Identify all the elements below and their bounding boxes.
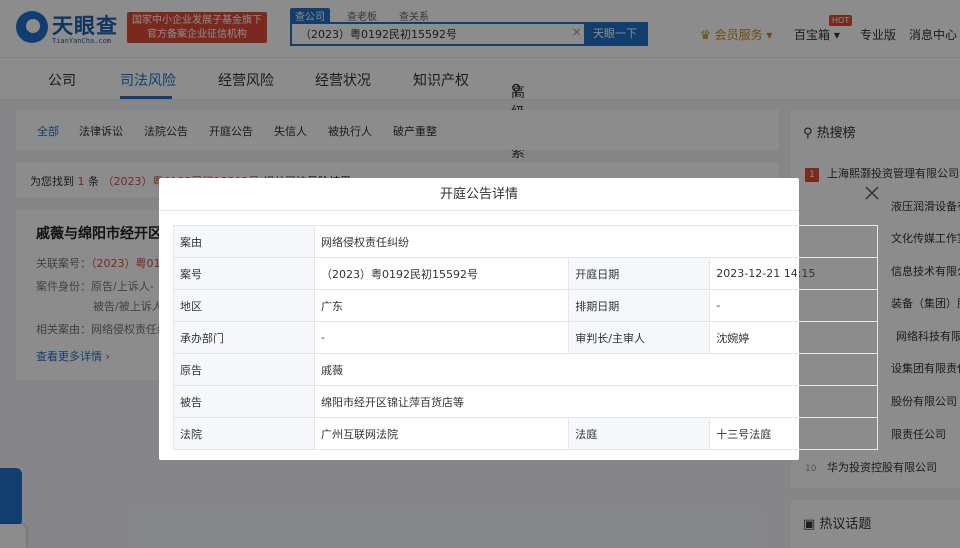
field-label: 开庭日期 <box>568 257 711 290</box>
close-icon[interactable] <box>865 186 879 200</box>
table-row: 地区 广东 排期日期 - <box>173 289 878 322</box>
table-row: 案号 （2023）粤0192民初15592号 开庭日期 2023-12-21 14:1… <box>173 257 878 290</box>
field-label: 法院 <box>173 417 315 450</box>
table-row: 承办部门 - 审判长/主审人 沈婉婷 <box>173 321 878 354</box>
field-value: 网络侵权责任纠纷 <box>314 225 878 258</box>
field-value: - <box>709 289 878 322</box>
field-value: 沈婉婷 <box>709 321 878 354</box>
field-label: 原告 <box>173 353 315 386</box>
hearing-detail-modal: 开庭公告详情 案由 网络侵权责任纠纷 案号 （2023）粤0192民初15592号开… <box>159 178 879 460</box>
table-row: 案由 网络侵权责任纠纷 <box>173 225 878 258</box>
field-label: 地区 <box>173 289 315 322</box>
table-row: 原告 戚薇 <box>173 353 878 386</box>
table-row: 被告 绵阳市经开区锦让萍百货店等 <box>173 385 878 418</box>
field-label: 承办部门 <box>173 321 315 354</box>
modal-title: 开庭公告详情 <box>159 178 799 211</box>
field-value: 绵阳市经开区锦让萍百货店等 <box>314 385 878 418</box>
field-value: 广东 <box>313 289 570 322</box>
field-value: 2023-12-21 14:15 <box>709 257 878 290</box>
detail-table: 案由 网络侵权责任纠纷 案号 （2023）粤0192民初15592号 开庭日期 2023… <box>173 225 878 450</box>
field-value: 广州互联网法院 <box>313 417 570 450</box>
field-label: 案号 <box>173 257 315 290</box>
field-value: 戚薇 <box>314 353 878 386</box>
field-label: 排期日期 <box>568 289 711 322</box>
field-label: 法庭 <box>568 417 711 450</box>
field-label: 被告 <box>173 385 315 418</box>
field-value: 十三号法庭 <box>709 417 878 450</box>
field-label: 案由 <box>173 225 315 258</box>
field-value: - <box>313 321 570 354</box>
field-value: （2023）粤0192民初15592号 <box>313 257 570 290</box>
field-label: 审判长/主审人 <box>568 321 711 354</box>
table-row: 法院 广州互联网法院 法庭 十三号法庭 <box>173 417 878 450</box>
